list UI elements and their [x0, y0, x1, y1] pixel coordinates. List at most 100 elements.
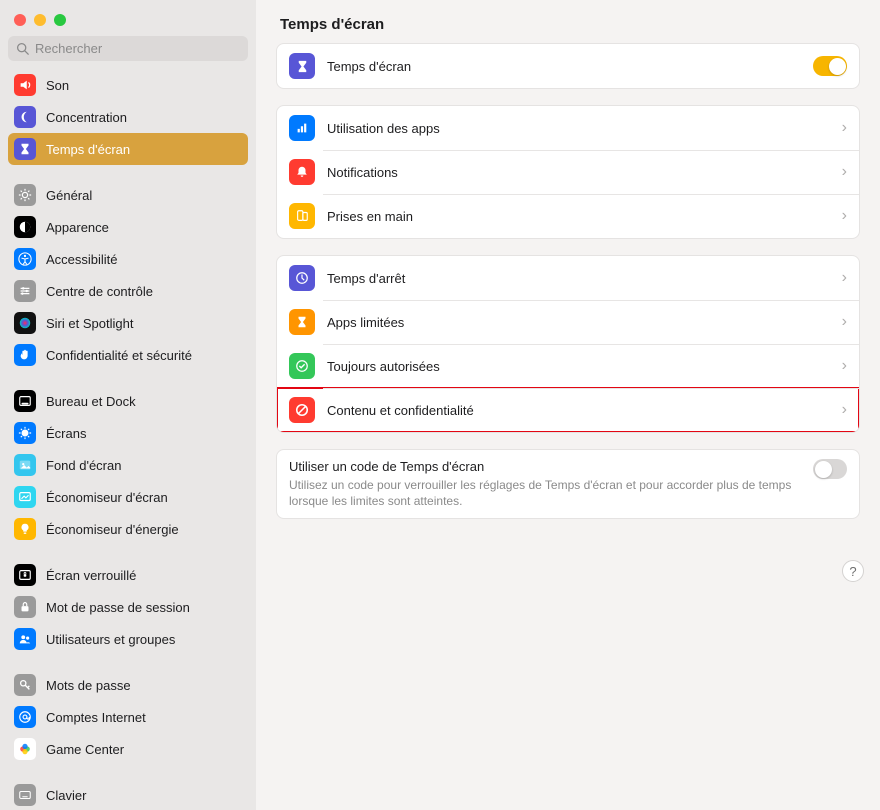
sidebar-item-clavier[interactable]: Clavier: [8, 779, 248, 810]
search-input[interactable]: [35, 41, 240, 56]
sidebar-item-label: Écrans: [46, 426, 86, 441]
close-window-button[interactable]: [14, 14, 26, 26]
moon-icon: [14, 106, 36, 128]
check-icon: [289, 353, 315, 379]
sidebar-item-bureau-et-dock[interactable]: Bureau et Dock: [8, 385, 248, 417]
sidebar-item-mots-de-passe[interactable]: Mots de passe: [8, 669, 248, 701]
hand-icon: [14, 344, 36, 366]
chevron-right-icon: ›: [842, 313, 847, 331]
usage-group: Utilisation des apps›Notifications›Prise…: [276, 105, 860, 239]
chevron-right-icon: ›: [842, 357, 847, 375]
settings-row-notifications[interactable]: Notifications›: [277, 150, 859, 194]
sidebar-item-comptes-internet[interactable]: Comptes Internet: [8, 701, 248, 733]
sidebar-item-label: Clavier: [46, 788, 86, 803]
search-field[interactable]: [8, 36, 248, 61]
hourglass-icon: [289, 53, 315, 79]
sidebar-item-label: Apparence: [46, 220, 109, 235]
page-title: Temps d'écran: [280, 16, 856, 33]
limits-group: Temps d'arrêt›Apps limitées›Toujours aut…: [276, 255, 860, 433]
displays-icon: [14, 422, 36, 444]
main-header: Temps d'écran: [256, 0, 880, 43]
sidebar-item-game-center[interactable]: Game Center: [8, 733, 248, 765]
sidebar-item-siri-et-spotlight[interactable]: Siri et Spotlight: [8, 307, 248, 339]
key-icon: [14, 674, 36, 696]
sidebar-item-label: Siri et Spotlight: [46, 316, 133, 331]
row-label: Utilisation des apps: [327, 121, 830, 136]
speaker-icon: [14, 74, 36, 96]
sidebar-item-label: Mots de passe: [46, 678, 131, 693]
sidebar-item-son[interactable]: Son: [8, 69, 248, 101]
sidebar-item-label: Game Center: [46, 742, 124, 757]
at-icon: [14, 706, 36, 728]
row-label: Temps d'arrêt: [327, 271, 830, 286]
sidebar-item-e-conomiseur-d-e-cran[interactable]: Économiseur d'écran: [8, 481, 248, 513]
passcode-toggle[interactable]: [813, 459, 847, 479]
sidebar-item-label: Utilisateurs et groupes: [46, 632, 175, 647]
passcode-row: Utiliser un code de Temps d'écran Utilis…: [277, 450, 859, 518]
sidebar-item-e-cran-verrouille-[interactable]: Écran verrouillé: [8, 559, 248, 591]
sidebar-item-centre-de-contro-le[interactable]: Centre de contrôle: [8, 275, 248, 307]
hourglass-icon: [289, 309, 315, 335]
window-traffic-lights: [0, 0, 256, 36]
screen-time-toggle[interactable]: [813, 56, 847, 76]
row-label: Toujours autorisées: [327, 359, 830, 374]
appearance-icon: [14, 216, 36, 238]
bulb-icon: [14, 518, 36, 540]
sidebar-item-e-crans[interactable]: Écrans: [8, 417, 248, 449]
dock-icon: [14, 390, 36, 412]
sidebar-item-utilisateurs-et-groupes[interactable]: Utilisateurs et groupes: [8, 623, 248, 655]
row-label: Apps limitées: [327, 315, 830, 330]
sidebar-item-label: Centre de contrôle: [46, 284, 153, 299]
sidebar: Son Concentration Temps d'écran Général Appa…: [0, 0, 256, 810]
nosign-icon: [289, 397, 315, 423]
sidebar-item-concentration[interactable]: Concentration: [8, 101, 248, 133]
minimize-window-button[interactable]: [34, 14, 46, 26]
lockscreen-icon: [14, 564, 36, 586]
sidebar-item-label: Temps d'écran: [46, 142, 130, 157]
fullscreen-window-button[interactable]: [54, 14, 66, 26]
sidebar-item-label: Économiseur d'écran: [46, 490, 168, 505]
chevron-right-icon: ›: [842, 207, 847, 225]
settings-row-toujours-autorise-es[interactable]: Toujours autorisées ›: [277, 344, 859, 388]
row-label: Contenu et confidentialité: [327, 403, 830, 418]
settings-row-prises-en-main[interactable]: Prises en main ›: [277, 194, 859, 238]
sidebar-item-label: Écran verrouillé: [46, 568, 136, 583]
clock-icon: [289, 265, 315, 291]
sidebar-item-label: Bureau et Dock: [46, 394, 136, 409]
chevron-right-icon: ›: [842, 119, 847, 137]
sidebar-item-e-conomiseur-d-e-nergie[interactable]: Économiseur d'énergie: [8, 513, 248, 545]
bell-icon: [289, 159, 315, 185]
screen-time-toggle-row: Temps d'écran: [277, 44, 859, 88]
settings-row-temps-d-arre-t[interactable]: Temps d'arrêt›: [277, 256, 859, 300]
sidebar-item-ge-ne-ral[interactable]: Général: [8, 179, 248, 211]
chart-icon: [289, 115, 315, 141]
passcode-title: Utiliser un code de Temps d'écran: [289, 459, 801, 474]
settings-row-utilisation-des-apps[interactable]: Utilisation des apps ›: [277, 106, 859, 150]
sidebar-item-temps-d-e-cran[interactable]: Temps d'écran: [8, 133, 248, 165]
wallpaper-icon: [14, 454, 36, 476]
row-label: Notifications: [327, 165, 830, 180]
sidebar-item-fond-d-e-cran[interactable]: Fond d'écran: [8, 449, 248, 481]
sidebar-item-label: Mot de passe de session: [46, 600, 190, 615]
sidebar-item-label: Fond d'écran: [46, 458, 121, 473]
pickup-icon: [289, 203, 315, 229]
sidebar-item-confidentialite-et-se-curite-[interactable]: Confidentialité et sécurité: [8, 339, 248, 371]
main-panel: Temps d'écran Temps d'écran Utilisation …: [256, 0, 880, 810]
users-icon: [14, 628, 36, 650]
sidebar-item-accessibilite-[interactable]: Accessibilité: [8, 243, 248, 275]
settings-row-contenu-et-confidentialite-[interactable]: Contenu et confidentialité›: [277, 388, 859, 432]
sidebar-item-mot-de-passe-de-session[interactable]: Mot de passe de session: [8, 591, 248, 623]
gamecenter-icon: [14, 738, 36, 760]
accessibility-icon: [14, 248, 36, 270]
sidebar-item-label: Concentration: [46, 110, 127, 125]
screensaver-icon: [14, 486, 36, 508]
passcode-description: Utilisez un code pour verrouiller les ré…: [289, 477, 801, 509]
gear-icon: [14, 184, 36, 206]
help-button[interactable]: ?: [842, 560, 864, 582]
sidebar-item-label: Économiseur d'énergie: [46, 522, 179, 537]
sliders-icon: [14, 280, 36, 302]
row-label: Prises en main: [327, 209, 830, 224]
sidebar-item-apparence[interactable]: Apparence: [8, 211, 248, 243]
screen-time-toggle-card: Temps d'écran: [276, 43, 860, 89]
settings-row-apps-limite-es[interactable]: Apps limitées ›: [277, 300, 859, 344]
